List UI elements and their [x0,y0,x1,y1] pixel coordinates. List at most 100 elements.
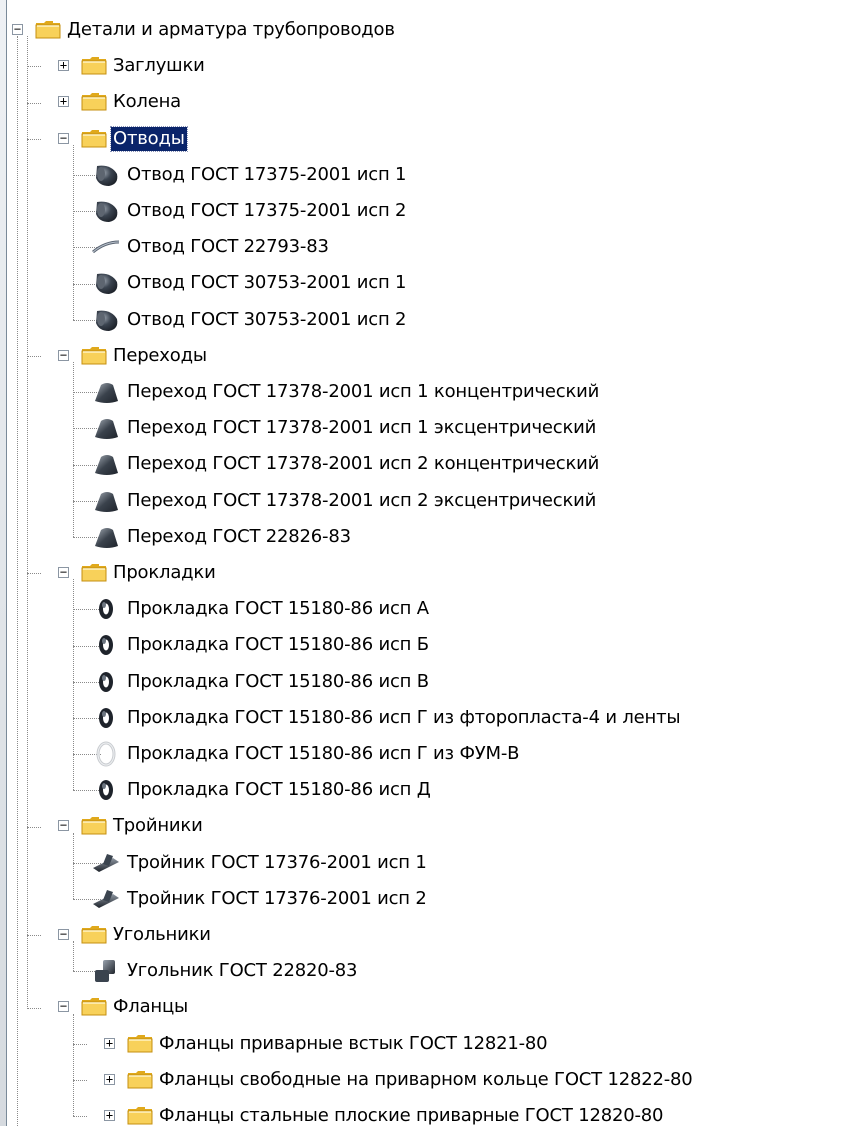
expand-toggle-icon[interactable]: + [104,1073,115,1085]
tree-label[interactable]: Угольник ГОСТ 22820-83 [125,959,359,983]
tree-item-row[interactable]: Переход ГОСТ 17378-2001 исп 2 эксцентрич… [7,483,857,517]
tree-item-row[interactable]: Отвод ГОСТ 30753-2001 исп 2 [7,302,857,336]
collapse-toggle-icon[interactable]: − [58,1000,69,1013]
tree-folder-row[interactable]: + Заглушки [7,48,857,82]
catalog-tree[interactable]: − Детали и арматура трубопроводов + Заглу… [7,0,857,1126]
tree-label[interactable]: Переход ГОСТ 17378-2001 исп 1 эксцентрич… [125,416,598,440]
tree-item-row[interactable]: Переход ГОСТ 17378-2001 исп 1 концентрич… [7,374,857,408]
tree-label[interactable]: Тройники [111,814,205,838]
collapse-toggle-icon[interactable]: − [58,349,69,361]
expand-toggle-icon[interactable]: + [104,1109,115,1122]
folder-icon [35,19,61,39]
tree-label[interactable]: Отвод ГОСТ 22793-83 [125,235,331,259]
collapse-toggle-icon[interactable]: − [58,928,69,941]
bent-pipe-icon [91,234,121,260]
tree-item-row[interactable]: Переход ГОСТ 22826-83 [7,519,857,553]
tree-label[interactable]: Прокладка ГОСТ 15180-86 исп В [125,670,431,694]
tree-label[interactable]: Прокладка ГОСТ 15180-86 исп Б [125,633,431,657]
folder-icon [81,996,107,1016]
tree-folder-row[interactable]: + Фланцы приварные встык ГОСТ 12821-80 [7,1026,857,1060]
reducer-icon [91,524,121,550]
tree-folder-row[interactable]: − Угольники [7,917,857,951]
tree-item-row[interactable]: Прокладка ГОСТ 15180-86 исп Б [7,627,857,661]
collapse-toggle-icon[interactable]: − [12,23,23,36]
tree-label[interactable]: Прокладка ГОСТ 15180-86 исп Г из ФУМ-В [125,742,521,766]
tree-item-row[interactable]: Тройник ГОСТ 17376-2001 исп 2 [7,881,857,915]
tree-label[interactable]: Тройник ГОСТ 17376-2001 исп 2 [125,887,429,911]
tree-folder-row[interactable]: − Отводы [7,121,857,155]
tree-folder-row[interactable]: − Прокладки [7,555,857,589]
reducer-icon [91,379,121,405]
tree-item-row[interactable]: Переход ГОСТ 17378-2001 исп 2 концентрич… [7,446,857,480]
tree-panel: − Детали и арматура трубопроводов + Заглу… [6,0,857,1126]
elbow-icon [91,307,121,333]
tree-item-row[interactable]: Тройник ГОСТ 17376-2001 исп 1 [7,845,857,879]
collapse-toggle-icon[interactable]: − [58,819,69,832]
elbow-icon [91,198,121,224]
folder-icon [81,345,107,365]
folder-icon [127,1105,153,1125]
tee-icon [91,850,121,876]
tree-label[interactable]: Отвод ГОСТ 17375-2001 исп 2 [125,199,408,223]
gasket-icon [91,669,121,695]
tree-folder-row[interactable]: + Колена [7,84,857,118]
tree-folder-row[interactable]: − Фланцы [7,989,857,1023]
tree-label[interactable]: Отвод ГОСТ 30753-2001 исп 1 [125,271,408,295]
tree-item-row[interactable]: Отвод ГОСТ 17375-2001 исп 2 [7,193,857,227]
folder-icon [81,562,107,582]
tree-label[interactable]: Заглушки [111,54,207,78]
reducer-icon [91,451,121,477]
folder-icon [127,1033,153,1053]
tree-item-row[interactable]: Прокладка ГОСТ 15180-86 исп В [7,664,857,698]
tree-item-row[interactable]: Прокладка ГОСТ 15180-86 исп А [7,591,857,625]
folder-icon [81,91,107,111]
tree-label[interactable]: Прокладка ГОСТ 15180-86 исп Д [125,778,433,802]
tree-label[interactable]: Прокладка ГОСТ 15180-86 исп Г из фторопл… [125,706,682,730]
tree-item-row[interactable]: Отвод ГОСТ 22793-83 [7,229,857,263]
expand-toggle-icon[interactable]: + [58,95,69,108]
tree-folder-row[interactable]: + Фланцы стальные плоские приварные ГОСТ… [7,1098,857,1126]
tree-label[interactable]: Переход ГОСТ 17378-2001 исп 1 концентрич… [125,380,601,404]
tree-label[interactable]: Отвод ГОСТ 30753-2001 исп 2 [125,308,408,332]
reducer-icon [91,488,121,514]
tree-label[interactable]: Детали и арматура трубопроводов [65,18,397,42]
tree-item-row[interactable]: Прокладка ГОСТ 15180-86 исп Д [7,772,857,806]
collapse-toggle-icon[interactable]: − [58,132,69,144]
tree-label[interactable]: Фланцы приварные встык ГОСТ 12821-80 [157,1032,549,1056]
expand-toggle-icon[interactable]: + [58,59,69,72]
elbow-icon [91,162,121,188]
tree-item-row[interactable]: Отвод ГОСТ 17375-2001 исп 1 [7,157,857,191]
tree-item-row[interactable]: Прокладка ГОСТ 15180-86 исп Г из фторопл… [7,700,857,734]
gasket-icon [91,705,121,731]
tree-item-row[interactable]: Отвод ГОСТ 30753-2001 исп 1 [7,265,857,299]
angle-fitting-icon [91,958,121,984]
tree-item-row[interactable]: Прокладка ГОСТ 15180-86 исп Г из ФУМ-В [7,736,857,770]
folder-icon [81,55,107,75]
tree-label[interactable]: Прокладка ГОСТ 15180-86 исп А [125,597,431,621]
collapse-toggle-icon[interactable]: − [58,566,69,579]
tree-label[interactable]: Переходы [111,344,209,368]
tree-label[interactable]: Переход ГОСТ 17378-2001 исп 2 эксцентрич… [125,489,598,513]
tree-label[interactable]: Тройник ГОСТ 17376-2001 исп 1 [125,851,429,875]
tree-item-row[interactable]: Переход ГОСТ 17378-2001 исп 1 эксцентрич… [7,410,857,444]
gasket-light-icon [91,741,121,767]
tree-item-row[interactable]: Угольник ГОСТ 22820-83 [7,953,857,987]
tree-folder-row[interactable]: − Детали и арматура трубопроводов [7,12,857,46]
tree-label[interactable]: Фланцы стальные плоские приварные ГОСТ 1… [157,1104,665,1126]
tree-label[interactable]: Переход ГОСТ 17378-2001 исп 2 концентрич… [125,452,601,476]
tree-label[interactable]: Прокладки [111,561,218,585]
tree-label[interactable]: Отводы [110,125,188,152]
tree-folder-row[interactable]: − Переходы [7,338,857,372]
tree-label[interactable]: Отвод ГОСТ 17375-2001 исп 1 [125,163,408,187]
gasket-icon [91,596,121,622]
tree-label[interactable]: Угольники [111,923,213,947]
expand-toggle-icon[interactable]: + [104,1037,115,1049]
tree-label[interactable]: Фланцы [111,995,190,1019]
gasket-icon [91,777,121,803]
tree-label[interactable]: Колена [111,90,183,114]
tree-folder-row[interactable]: + Фланцы свободные на приварном кольце Г… [7,1062,857,1096]
tree-folder-row[interactable]: − Тройники [7,808,857,842]
tree-label[interactable]: Переход ГОСТ 22826-83 [125,525,353,549]
reducer-icon [91,415,121,441]
tree-label[interactable]: Фланцы свободные на приварном кольце ГОС… [157,1068,695,1092]
